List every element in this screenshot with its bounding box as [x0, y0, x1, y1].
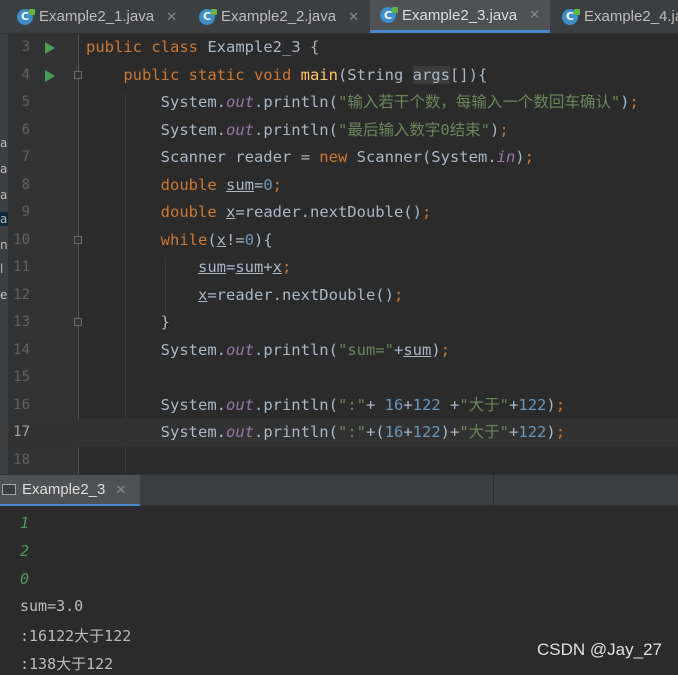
line-number: 15: [13, 369, 30, 385]
code-text: sum=sum+x;: [197, 258, 292, 276]
code-line-current[interactable]: 17 System.out.println(":"+(16+122)+"大于"+…: [8, 419, 678, 447]
code-line[interactable]: 15: [8, 364, 678, 392]
code-text: System.out.println("输入若干个数，每输入一个数回车确认");: [86, 93, 639, 111]
code-text: double sum=0;: [160, 175, 283, 194]
code-line[interactable]: 14 System.out.println("sum="+sum);: [8, 337, 678, 365]
run-tool-window-header: Example2_3 ✕: [0, 474, 678, 507]
java-class-icon: C: [562, 8, 580, 25]
tab-example2-4[interactable]: C Example2_4.ja: [562, 0, 678, 33]
tab-label: Example2_2.java: [221, 8, 337, 25]
close-icon[interactable]: ✕: [529, 7, 540, 23]
code-text: public static void main(String args[]){: [123, 65, 488, 84]
console-icon: [2, 484, 16, 495]
fold-icon[interactable]: [74, 235, 82, 244]
code-line[interactable]: 8 double sum=0;: [8, 172, 678, 200]
editor-tab-bar: C Example2_1.java ✕ C Example2_2.java ✕ …: [0, 0, 678, 34]
console-output-line: sum=3.0: [20, 597, 84, 615]
line-number: 11: [13, 259, 30, 275]
project-item-fragment: a: [0, 212, 8, 226]
header-divider: [493, 475, 494, 507]
code-line[interactable]: 13 }: [8, 309, 678, 337]
tab-example2-3[interactable]: C Example2_3.java ✕: [370, 0, 550, 33]
code-text: x=reader.nextDouble();: [197, 285, 404, 304]
project-item-fragment: e: [0, 288, 8, 302]
console-input-line: 1: [20, 514, 30, 532]
run-tab-example2-3[interactable]: Example2_3 ✕: [0, 475, 140, 507]
console-output-line: :16122大于122: [20, 627, 132, 645]
code-text: while(x!=0){: [160, 230, 273, 249]
tab-example2-1[interactable]: C Example2_1.java ✕: [17, 0, 177, 33]
line-number: 3: [21, 39, 30, 55]
console-input-line: 2: [20, 542, 30, 560]
project-item-fragment: n: [0, 238, 8, 252]
project-item-fragment: a: [0, 188, 8, 202]
project-item-fragment: a: [0, 162, 8, 176]
csdn-watermark: CSDN @Jay_27: [537, 640, 662, 659]
line-number: 18: [13, 451, 30, 468]
run-icon[interactable]: [45, 42, 55, 54]
tab-example2-2[interactable]: C Example2_2.java ✕: [199, 0, 359, 33]
code-line[interactable]: 7 Scanner reader = new Scanner(System.in…: [8, 144, 678, 172]
project-item-fragment: a: [0, 136, 8, 150]
code-line[interactable]: 4 public static void main(String args[])…: [8, 62, 678, 90]
code-text: System.out.println("sum="+sum);: [86, 340, 451, 359]
tab-label: Example2_3.java: [402, 6, 518, 24]
java-class-icon: C: [380, 7, 398, 23]
line-number: 6: [21, 121, 30, 138]
line-number: 7: [21, 149, 30, 165]
code-line[interactable]: 3 public class Example2_3 {: [8, 34, 678, 62]
code-line[interactable]: 9 double x=reader.nextDouble();: [8, 199, 678, 227]
java-class-icon: C: [17, 8, 35, 25]
code-line[interactable]: 10 while(x!=0){: [8, 227, 678, 255]
code-line[interactable]: 12 x=reader.nextDouble();: [8, 282, 678, 310]
close-icon[interactable]: ✕: [348, 9, 359, 25]
code-line[interactable]: 18: [8, 447, 678, 475]
tab-label: Example2_1.java: [39, 8, 155, 25]
run-tab-label: Example2_3: [22, 481, 106, 498]
line-number: 9: [21, 204, 30, 220]
code-line[interactable]: 6 System.out.println("最后输入数字0结束");: [8, 117, 678, 145]
code-text: System.out.println(":"+ 16+122 +"大于"+122…: [86, 395, 566, 414]
code-text: }: [86, 313, 170, 331]
line-number: 14: [13, 341, 30, 358]
code-text: System.out.println("最后输入数字0结束");: [86, 120, 509, 139]
line-number: 12: [13, 286, 30, 303]
code-text: double x=reader.nextDouble();: [160, 203, 432, 221]
line-number: 5: [21, 94, 30, 110]
line-number: 13: [13, 314, 30, 330]
code-text: Scanner reader = new Scanner(System.in);: [86, 148, 534, 166]
console-input-line: 0: [20, 570, 30, 588]
line-number: 17: [13, 424, 30, 440]
line-number: 16: [13, 396, 30, 413]
line-number: 4: [21, 66, 30, 83]
code-text: System.out.println(":"+(16+122)+"大于"+122…: [86, 423, 566, 441]
code-editor[interactable]: 3 public class Example2_3 { 4 public sta…: [8, 34, 678, 474]
code-line[interactable]: 5 System.out.println("输入若干个数，每输入一个数回车确认"…: [8, 89, 678, 117]
close-icon[interactable]: ✕: [166, 9, 177, 25]
java-class-icon: C: [199, 8, 217, 25]
fold-icon[interactable]: [74, 70, 82, 79]
project-panel-edge[interactable]: a a a a n l e: [0, 34, 8, 474]
line-number: 8: [21, 176, 30, 193]
tab-label: Example2_4.ja: [584, 8, 678, 25]
fold-icon[interactable]: [74, 318, 82, 326]
close-icon[interactable]: ✕: [115, 482, 126, 498]
line-number: 10: [13, 231, 30, 248]
code-line[interactable]: 11 sum=sum+x;: [8, 254, 678, 282]
code-text: public class Example2_3 {: [86, 38, 320, 56]
project-item-fragment: l: [0, 262, 4, 276]
console-output-line: :138大于122: [20, 655, 114, 673]
run-icon[interactable]: [45, 69, 55, 82]
code-line[interactable]: 16 System.out.println(":"+ 16+122 +"大于"+…: [8, 392, 678, 420]
